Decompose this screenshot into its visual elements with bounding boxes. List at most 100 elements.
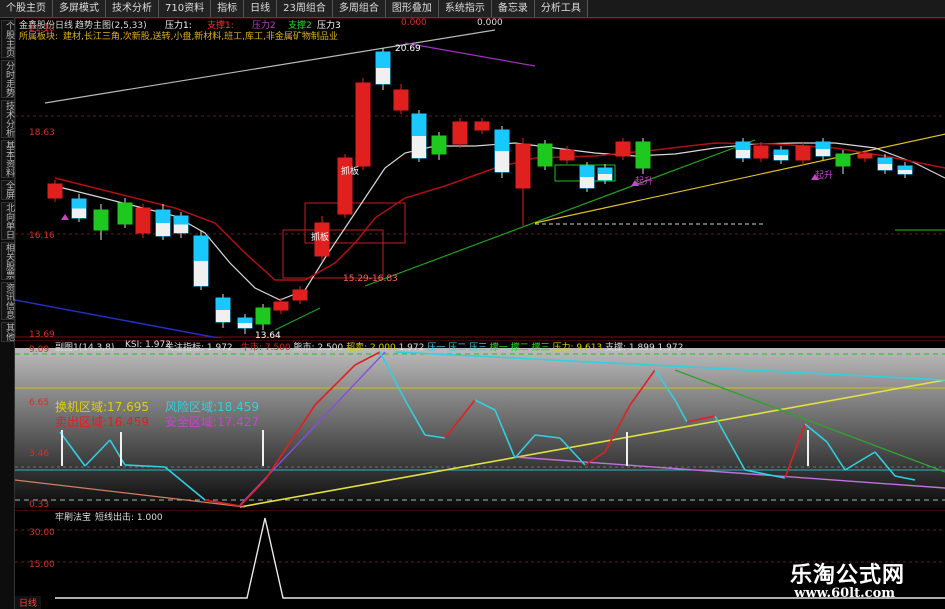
qisheng-label-1: 起升 (635, 177, 654, 187)
y-tick: 0.33 (29, 500, 50, 510)
watermark-url: www.60lt.com (794, 586, 895, 601)
candle-body (615, 141, 631, 157)
toolbar: 个股主页 多屏模式 技术分析 710资料 指标 日线 23周组合 多周组合 图形叠加 系统指示 备忘… (0, 0, 945, 18)
info-value-1: 0.000 (401, 18, 427, 28)
zhaban-label-2: 抓板 (311, 233, 330, 243)
zone-box (282, 229, 384, 279)
sub1-item: 撑一 (489, 343, 511, 353)
toolbar-item-3[interactable]: 710资料 (159, 0, 212, 17)
signal-triangle (61, 214, 69, 220)
toolbar-item-8[interactable]: 图形叠加 (385, 0, 439, 17)
candle-body-fill (412, 136, 426, 158)
candle-body (255, 307, 271, 325)
candle-body-fill (898, 170, 912, 174)
toolbar-item-7[interactable]: 多周组合 (332, 0, 386, 17)
indicator-chart-1[interactable] (15, 340, 945, 508)
sub1-name: 副图1(14,3,8) (55, 343, 115, 353)
sub1-item: 牛市: 7.500 (241, 343, 294, 353)
zone-anquan: 安全区域:17.427 (165, 415, 260, 429)
y-tick: 3.46 (29, 449, 50, 459)
zhaban-label-1: 抓板 (341, 167, 360, 177)
zone-maichu: 卖出区域:16.459 (55, 415, 150, 429)
candle-body (537, 143, 553, 167)
sidebar-item-6[interactable]: 相关股票 (1, 242, 15, 280)
candle-body (474, 121, 490, 131)
sub1-item: 撑二 (510, 343, 532, 353)
sidebar-item-1[interactable]: 分时走势 (1, 60, 15, 98)
sub1-item: 压三 (468, 343, 490, 353)
sub1-item: 压一 (427, 343, 449, 353)
sidebar-item-4[interactable]: 全屏 (1, 180, 15, 200)
candle-body (452, 121, 468, 145)
candle-body-fill (376, 68, 390, 84)
toolbar-item-4[interactable]: 指标 (211, 0, 245, 17)
sub1-focus: 关注指标: 1.972 (165, 343, 233, 353)
sub1-item: 超卖: 2.000 (346, 343, 399, 353)
candle-body-fill (194, 261, 208, 286)
candle-body (292, 289, 308, 301)
candle-body-fill (174, 224, 188, 233)
sub1-item: 压力: 9.613 (552, 343, 606, 353)
y-tick: 13.69 (29, 330, 55, 340)
y-tick: 21.10 (29, 24, 55, 34)
trend-line-green (364, 139, 756, 287)
candle-body (857, 153, 873, 159)
trend-line-purple (404, 42, 536, 67)
candle-body (93, 209, 109, 231)
qisheng-label-2: 起升 (815, 171, 834, 181)
candle-body (515, 143, 531, 189)
toolbar-item-9[interactable]: 系统指示 (438, 0, 492, 17)
toolbar-item-1[interactable]: 多屏模式 (53, 0, 106, 17)
sidebar-item-2[interactable]: 技术分析 (1, 100, 15, 138)
candle-body-fill (736, 150, 750, 158)
toolbar-item-6[interactable]: 23周组合 (277, 0, 333, 17)
toolbar-item-0[interactable]: 个股主页 (0, 0, 53, 17)
candle-body-fill (156, 223, 170, 236)
candle-body (835, 153, 851, 167)
toolbar-item-10[interactable]: 备忘录 (491, 0, 535, 17)
main-chart-panel[interactable]: 金鑫股份日线 趋势主图(2,5,33) 压力1: 支撑1: 压力2 支撑2 压力… (15, 18, 945, 341)
info-value-2: 0.000 (477, 18, 503, 28)
candle-body (117, 202, 133, 225)
sub1-item: 熊市: 2.500 (293, 343, 347, 353)
candle-body-fill (598, 174, 612, 180)
indicator-panel-1[interactable]: 副图1(14,3,8) KSI: 1.972 关注指标: 1.972 牛市: 7… (15, 340, 945, 510)
y-tick: 18.63 (29, 128, 55, 138)
candle-body (273, 301, 289, 311)
sidebar-item-7[interactable]: 资讯信息 (1, 282, 15, 320)
candle-body-fill (216, 310, 230, 322)
watermark-brand: 乐淘公式网 (789, 563, 905, 588)
candle-body (431, 135, 447, 155)
sidebar: 个股主页分时走势技术分析基本资料全屏北向单日相关股票资讯信息其他 (0, 18, 15, 609)
candle-body-fill (238, 323, 252, 328)
candle-body (355, 82, 371, 167)
sidebar-item-8[interactable]: 其他 (1, 322, 15, 342)
main-chart[interactable] (15, 18, 945, 338)
toolbar-item-5[interactable]: 日线 (244, 0, 278, 17)
trend-line-green-2 (274, 307, 321, 331)
sidebar-item-3[interactable]: 基本资料 (1, 140, 15, 178)
sidebar-item-0[interactable]: 个股主页 (1, 20, 15, 58)
sub1-item: 支撑: 1.899 (605, 343, 658, 353)
candle-body (753, 145, 769, 159)
candle-body-fill (72, 208, 86, 218)
candle-body (559, 149, 575, 161)
sub2-signal: 短线出击: 1.000 (95, 513, 163, 523)
sub1-item: 撑三 (531, 343, 553, 353)
gradient-bg (15, 348, 945, 508)
candle-body (635, 141, 651, 169)
candle-body (795, 145, 811, 161)
toolbar-item-11[interactable]: 分析工具 (534, 0, 588, 17)
sub1-item: 压二 (448, 343, 469, 353)
y-tick: 16.16 (29, 231, 55, 241)
candle-body-fill (580, 177, 594, 188)
candle-body-fill (816, 149, 830, 156)
sector-list: 建材,长江三角,次新股,送转,小盘,新材料,班工,库工,非金属矿物制品业 (63, 32, 338, 42)
toolbar-item-2[interactable]: 技术分析 (106, 0, 159, 17)
y-tick: 6.65 (29, 398, 50, 408)
tab-daily[interactable]: 日线 (15, 596, 42, 609)
sub1-item: 1.972 (657, 343, 684, 353)
candle-body (47, 183, 63, 199)
band-label: 15.29-16.83 (343, 274, 398, 284)
sidebar-item-5[interactable]: 北向单日 (1, 202, 15, 240)
